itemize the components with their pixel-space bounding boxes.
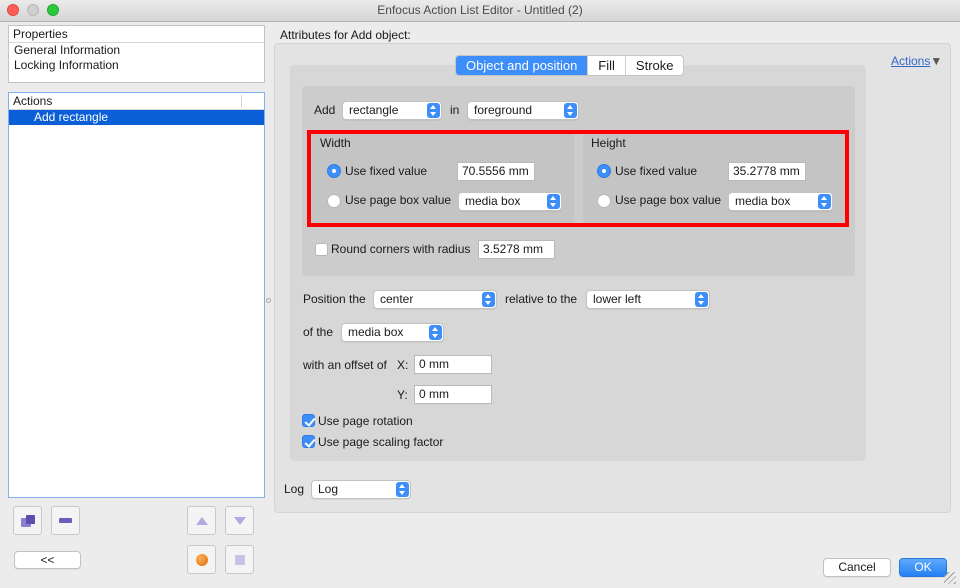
chevron-updown-icon [564,103,577,118]
shape-select[interactable]: rectangle [342,101,442,120]
action-item-add-rectangle[interactable]: Add rectangle [9,110,264,125]
properties-header: Properties [9,26,264,43]
relative-select[interactable]: lower left [586,290,710,309]
page-rotation-label: Use page rotation [318,414,413,428]
chevron-updown-icon [396,482,409,497]
of-the-select-value: media box [348,325,404,339]
page-scaling-label: Use page scaling factor [318,435,444,449]
add-label: Add [314,103,336,117]
stop-button[interactable] [225,545,254,574]
collapse-button[interactable]: << [14,551,81,569]
chevron-updown-icon [429,325,442,340]
tab-fill[interactable]: Fill [588,56,626,75]
move-down-button[interactable] [225,506,254,535]
record-icon [195,553,208,566]
offset-label: with an offset of [303,358,387,372]
tab-object-and-position[interactable]: Object and position [456,56,589,75]
add-action-icon [20,514,35,527]
actions-link-label: Actions [891,54,931,68]
move-up-button[interactable] [187,506,216,535]
page-scaling-checkbox[interactable] [302,435,315,448]
remove-action-button[interactable] [51,506,80,535]
stop-icon [234,554,245,565]
record-button[interactable] [187,545,216,574]
shape-select-value: rectangle [349,103,399,117]
arrow-down-icon [233,516,246,525]
properties-item-general[interactable]: General Information [9,43,264,58]
highlight-box [307,130,849,227]
offset-y-label: Y: [397,388,408,402]
chevron-updown-icon [482,292,495,307]
actions-list[interactable]: Actions Add rectangle [8,92,265,498]
layer-select-value: foreground [474,103,533,117]
add-action-button[interactable] [13,506,42,535]
round-corners-field[interactable]: 3.5278 mm [478,240,555,259]
column-divider [241,95,242,107]
chevron-updown-icon [695,292,708,307]
chevron-updown-icon [427,103,440,118]
remove-action-icon [59,518,72,523]
relative-select-value: lower left [593,292,642,306]
log-select[interactable]: Log [311,480,411,499]
properties-list: Properties General Information Locking I… [8,25,265,83]
title-bar: Enfocus Action List Editor - Untitled (2… [0,0,960,22]
resize-grip-icon[interactable] [944,572,956,584]
tab-bar: Object and position Fill Stroke [455,55,685,76]
cancel-button[interactable]: Cancel [823,558,891,577]
round-corners-label: Round corners with radius [331,242,471,256]
actions-menu-link[interactable]: Actions▼ [891,54,942,68]
of-the-select[interactable]: media box [341,323,444,342]
relative-label: relative to the [505,292,578,306]
in-label: in [450,103,460,117]
round-corners-checkbox[interactable] [315,243,328,256]
arrow-up-icon [195,516,208,525]
ok-button[interactable]: OK [899,558,947,577]
properties-item-locking[interactable]: Locking Information [9,58,264,73]
log-label: Log [284,482,305,496]
of-the-label: of the [303,325,334,339]
offset-x-label: X: [397,358,409,372]
anchor-select-value: center [380,292,414,306]
actions-header: Actions [9,93,264,110]
page-rotation-checkbox[interactable] [302,414,315,427]
log-select-value: Log [318,482,339,496]
window-title: Enfocus Action List Editor - Untitled (2… [377,3,583,17]
offset-x-field[interactable]: 0 mm [414,355,492,374]
dropdown-triangle-icon: ▼ [930,54,943,68]
layer-select[interactable]: foreground [467,101,579,120]
offset-y-field[interactable]: 0 mm [414,385,492,404]
attributes-label: Attributes for Add object: [280,28,411,42]
position-label: Position the [303,292,366,306]
actions-header-label: Actions [13,94,53,108]
anchor-select[interactable]: center [373,290,497,309]
tab-stroke[interactable]: Stroke [626,56,684,75]
splitter-handle[interactable] [266,298,271,303]
